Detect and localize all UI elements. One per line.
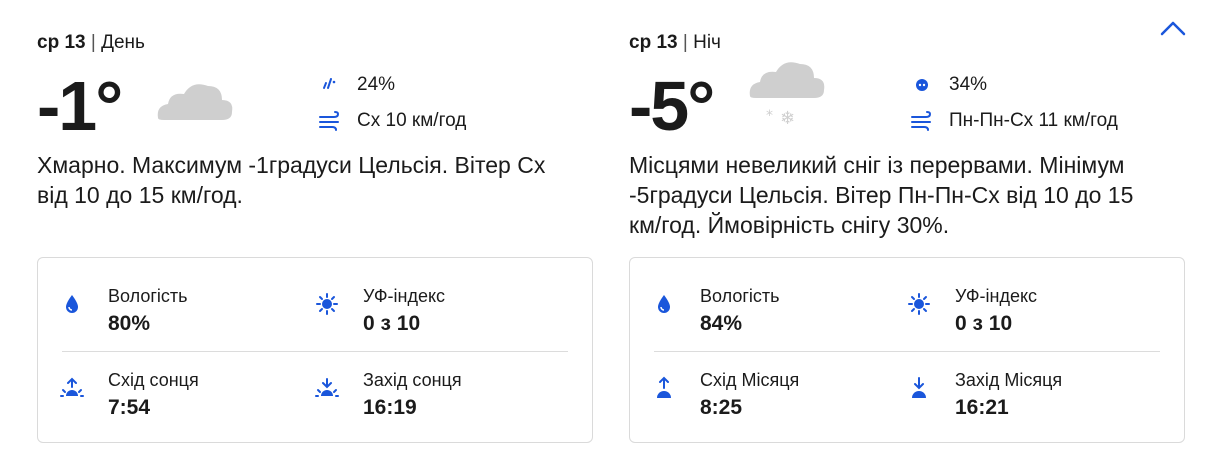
- day-precipitation: 24%: [317, 72, 395, 98]
- sunrise-value: 7:54: [108, 396, 151, 419]
- night-date: ср 13: [629, 32, 678, 53]
- chevron-up-icon[interactable]: [1158, 18, 1188, 40]
- night-wind: Пн-Пн-Сх 11 км/год: [909, 108, 1118, 134]
- moonset-label: Захід Місяця: [955, 370, 1063, 390]
- day-period: День: [101, 32, 145, 53]
- night-moonset: Захід Місяця 16:21: [885, 370, 1115, 430]
- night-moonrise: Схід Місяця 8:25: [630, 370, 860, 430]
- day-details-card: Вологість 80% УФ-індекс 0 з 10 Схід сонц…: [37, 257, 593, 443]
- day-uv: УФ-індекс 0 з 10: [293, 286, 523, 346]
- night-description: Місцями невеликий сніг із перервами. Мін…: [629, 152, 1134, 238]
- wind-icon: [909, 108, 935, 134]
- sunset-icon: [315, 376, 339, 400]
- night-date-line: ср 13 | Ніч: [629, 32, 721, 53]
- humidity-value: 80%: [108, 312, 151, 335]
- svg-text:❄: ❄: [780, 108, 795, 128]
- sunset-label: Захід сонця: [363, 370, 462, 390]
- night-temperature: -5°: [629, 67, 715, 145]
- sunrise-icon: [60, 376, 84, 400]
- uv-value: 0 з 10: [363, 312, 421, 335]
- night-period: Ніч: [693, 32, 721, 53]
- snow-dot-icon: [909, 72, 935, 98]
- humidity-label: Вологість: [108, 286, 188, 306]
- sun-icon: [315, 292, 339, 316]
- snow-cloud-icon: * ❄: [749, 62, 825, 128]
- night-uv: УФ-індекс 0 з 10: [885, 286, 1115, 346]
- night-precip-value: 34%: [949, 74, 988, 95]
- day-temperature: -1°: [37, 67, 123, 145]
- day-wind: Сх 10 км/год: [317, 108, 466, 134]
- uv-label: УФ-індекс: [955, 286, 1038, 306]
- water-drop-icon: [60, 292, 84, 316]
- svg-text:*: *: [766, 108, 773, 124]
- sunrise-label: Схід сонця: [108, 370, 199, 390]
- day-sunrise: Схід сонця 7:54: [38, 370, 268, 430]
- uv-label: УФ-індекс: [363, 286, 446, 306]
- humidity-value: 84%: [700, 312, 743, 335]
- day-date-line: ср 13 | День: [37, 32, 145, 53]
- raindrops-icon: [317, 72, 343, 98]
- day-precip-value: 24%: [357, 74, 396, 95]
- moonrise-label: Схід Місяця: [700, 370, 800, 390]
- card-divider: [62, 351, 568, 352]
- sun-icon: [907, 292, 931, 316]
- night-forecast: ср 13 | Ніч -5° * ❄ 34% Пн-Пн-Сх 11 км/г…: [629, 0, 1189, 463]
- night-wind-value: Пн-Пн-Сх 11 км/год: [949, 110, 1118, 131]
- sunset-value: 16:19: [363, 396, 417, 419]
- cloud-icon: [157, 84, 233, 120]
- day-description: Хмарно. Максимум -1градуси Цельсія. Віте…: [37, 152, 546, 208]
- humidity-label: Вологість: [700, 286, 780, 306]
- day-wind-value: Сх 10 км/год: [357, 110, 467, 131]
- wind-icon: [317, 108, 343, 134]
- moonset-value: 16:21: [955, 396, 1009, 419]
- night-humidity: Вологість 84%: [630, 286, 860, 346]
- uv-value: 0 з 10: [955, 312, 1013, 335]
- night-details-card: Вологість 84% УФ-індекс 0 з 10 Схід Міся…: [629, 257, 1185, 443]
- day-humidity: Вологість 80%: [38, 286, 268, 346]
- water-drop-icon: [652, 292, 676, 316]
- moonset-icon: [907, 376, 931, 400]
- night-precipitation: 34%: [909, 72, 987, 98]
- day-sunset: Захід сонця 16:19: [293, 370, 523, 430]
- day-date: ср 13: [37, 32, 86, 53]
- moonrise-value: 8:25: [700, 396, 743, 419]
- moonrise-icon: [652, 376, 676, 400]
- day-forecast: ср 13 | День -1° 24% Сх 10 км/год Хмарно…: [37, 0, 597, 463]
- card-divider: [654, 351, 1160, 352]
